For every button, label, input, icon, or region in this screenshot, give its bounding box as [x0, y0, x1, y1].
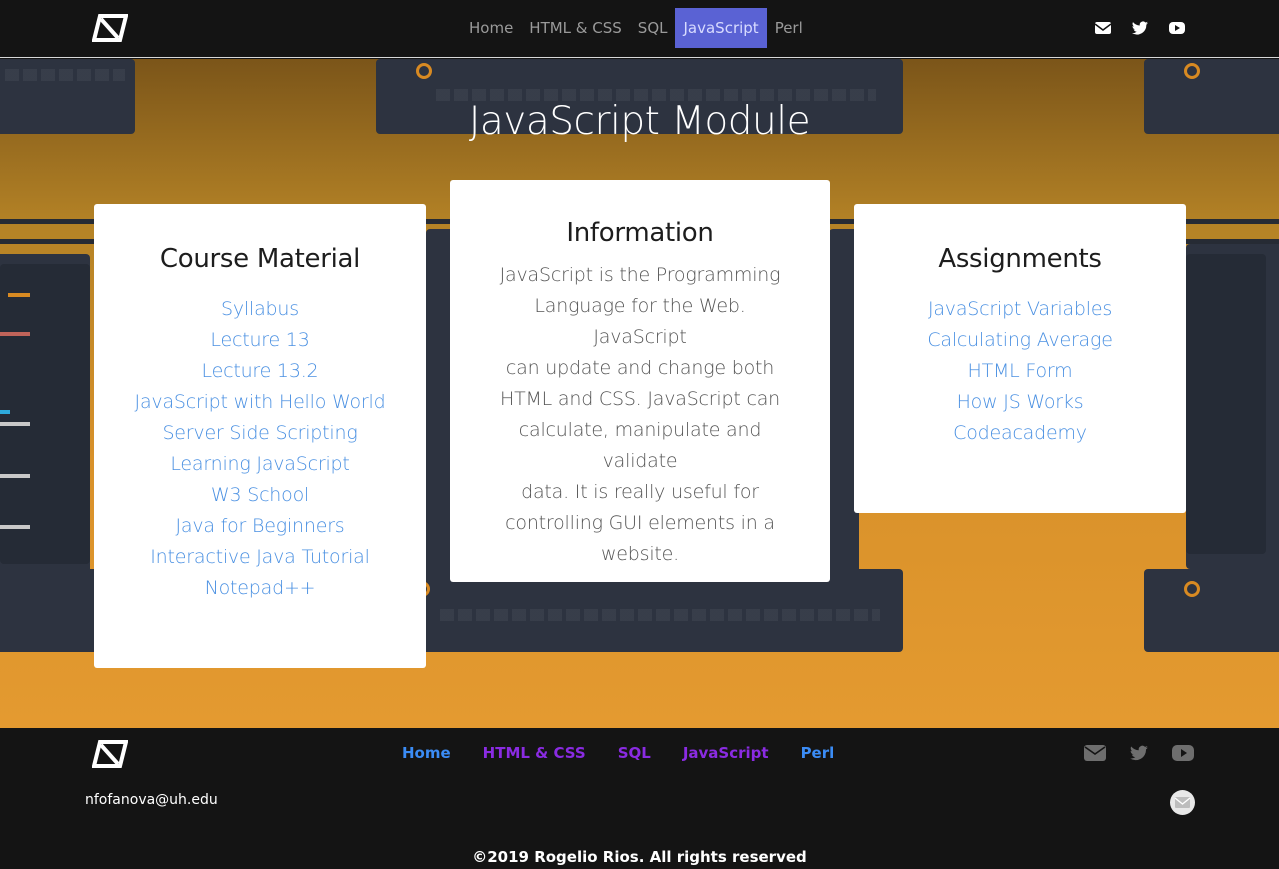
- information-line: calculate, manipulate and validate: [518, 419, 762, 472]
- course-link-lecture-13-2[interactable]: Lecture 13.2: [94, 356, 426, 387]
- nav-link-sql[interactable]: SQL: [630, 8, 676, 48]
- course-link-syllabus[interactable]: Syllabus: [94, 294, 426, 325]
- assignments-card: Assignments JavaScript Variables Calcula…: [854, 204, 1186, 513]
- footer: Home HTML & CSS SQL JavaScript Perl nfof…: [0, 728, 1279, 869]
- youtube-icon[interactable]: [1168, 19, 1186, 37]
- assignment-link-html-form[interactable]: HTML Form: [854, 356, 1186, 387]
- envelope-icon[interactable]: [1094, 19, 1112, 37]
- information-line: website.: [600, 543, 680, 565]
- course-link-interactive-java[interactable]: Interactive Java Tutorial: [94, 542, 426, 573]
- nav-menu: Home HTML & CSS SQL JavaScript Perl: [461, 8, 811, 48]
- nav-link-javascript[interactable]: JavaScript: [675, 8, 767, 48]
- nav-link-perl[interactable]: Perl: [767, 8, 811, 48]
- assignment-link-average[interactable]: Calculating Average: [854, 325, 1186, 356]
- footer-link-home[interactable]: Home: [402, 744, 451, 762]
- footer-link-perl[interactable]: Perl: [801, 744, 835, 762]
- course-link-lecture-13[interactable]: Lecture 13: [94, 325, 426, 356]
- information-line: controlling GUI elements in a: [505, 512, 775, 534]
- social-icons: [1094, 19, 1186, 37]
- course-link-server-side[interactable]: Server Side Scripting: [94, 418, 426, 449]
- footer-link-html-css[interactable]: HTML & CSS: [483, 744, 586, 762]
- navbar: Home HTML & CSS SQL JavaScript Perl: [0, 0, 1279, 58]
- course-link-w3-school[interactable]: W3 School: [94, 480, 426, 511]
- course-material-card: Course Material Syllabus Lecture 13 Lect…: [94, 204, 426, 668]
- copyright-text: ©2019 Rogelio Rios. All rights reserved: [472, 848, 807, 866]
- information-text: JavaScript is the Programming Language f…: [450, 260, 830, 570]
- assignment-link-how-js-works[interactable]: How JS Works: [854, 387, 1186, 418]
- footer-nav: Home HTML & CSS SQL JavaScript Perl: [402, 744, 834, 762]
- contact-email[interactable]: nfofanova@uh.edu: [85, 792, 218, 808]
- twitter-icon[interactable]: [1128, 743, 1150, 763]
- assignment-link-codeacademy[interactable]: Codeacademy: [854, 418, 1186, 449]
- information-card: Information JavaScript is the Programmin…: [450, 180, 830, 582]
- logo-icon[interactable]: [92, 740, 128, 768]
- course-link-hello-world[interactable]: JavaScript with Hello World: [94, 387, 426, 418]
- nav-link-html-css[interactable]: HTML & CSS: [521, 8, 630, 48]
- page-title: JavaScript Module: [468, 99, 811, 144]
- envelope-icon[interactable]: [1084, 743, 1106, 763]
- assignments-title: Assignments: [938, 244, 1102, 274]
- course-material-title: Course Material: [159, 244, 361, 274]
- assignment-link-variables[interactable]: JavaScript Variables: [854, 294, 1186, 325]
- information-line: HTML and CSS. JavaScript can: [500, 388, 780, 410]
- mail-circle-icon[interactable]: [1170, 790, 1195, 815]
- logo-icon[interactable]: [92, 14, 128, 42]
- youtube-icon[interactable]: [1172, 743, 1194, 763]
- footer-link-javascript[interactable]: JavaScript: [683, 744, 769, 762]
- information-line: data. It is really useful for: [521, 481, 759, 503]
- course-link-notepad[interactable]: Notepad++: [94, 573, 426, 604]
- information-title: Information: [566, 218, 714, 248]
- footer-link-sql[interactable]: SQL: [618, 744, 651, 762]
- nav-link-home[interactable]: Home: [461, 8, 521, 48]
- information-line: can update and change both: [505, 357, 775, 379]
- footer-social-icons: [1084, 743, 1194, 763]
- course-link-learning-js[interactable]: Learning JavaScript: [94, 449, 426, 480]
- information-line: JavaScript is the Programming: [499, 264, 781, 286]
- course-link-java-beginners[interactable]: Java for Beginners: [94, 511, 426, 542]
- information-line: Language for the Web. JavaScript: [534, 295, 746, 348]
- twitter-icon[interactable]: [1131, 19, 1149, 37]
